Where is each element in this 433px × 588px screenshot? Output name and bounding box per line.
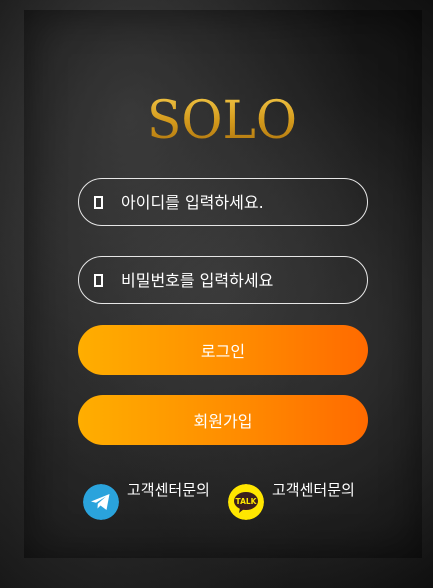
id-input[interactable] [121, 192, 351, 212]
telegram-icon [83, 484, 119, 520]
password-input[interactable] [121, 270, 351, 290]
logo-text: SOLO [147, 91, 297, 151]
telegram-support-label: 고객센터문의 [127, 481, 210, 499]
kakaotalk-support-label: 고객센터문의 [272, 481, 355, 499]
login-button[interactable]: 로그인 [78, 325, 368, 375]
svg-text:TALK: TALK [236, 497, 258, 506]
password-field[interactable] [78, 256, 368, 304]
id-field[interactable] [78, 178, 368, 226]
telegram-support-link[interactable]: 고객센터문의 [83, 478, 211, 520]
solo-logo: SOLO [125, 82, 318, 158]
signup-button[interactable]: 회원가입 [78, 395, 368, 445]
user-icon [94, 195, 103, 209]
lock-icon [94, 273, 103, 287]
kakaotalk-icon: TALK [228, 484, 264, 520]
kakaotalk-support-link[interactable]: TALK 고객센터문의 [228, 478, 356, 520]
